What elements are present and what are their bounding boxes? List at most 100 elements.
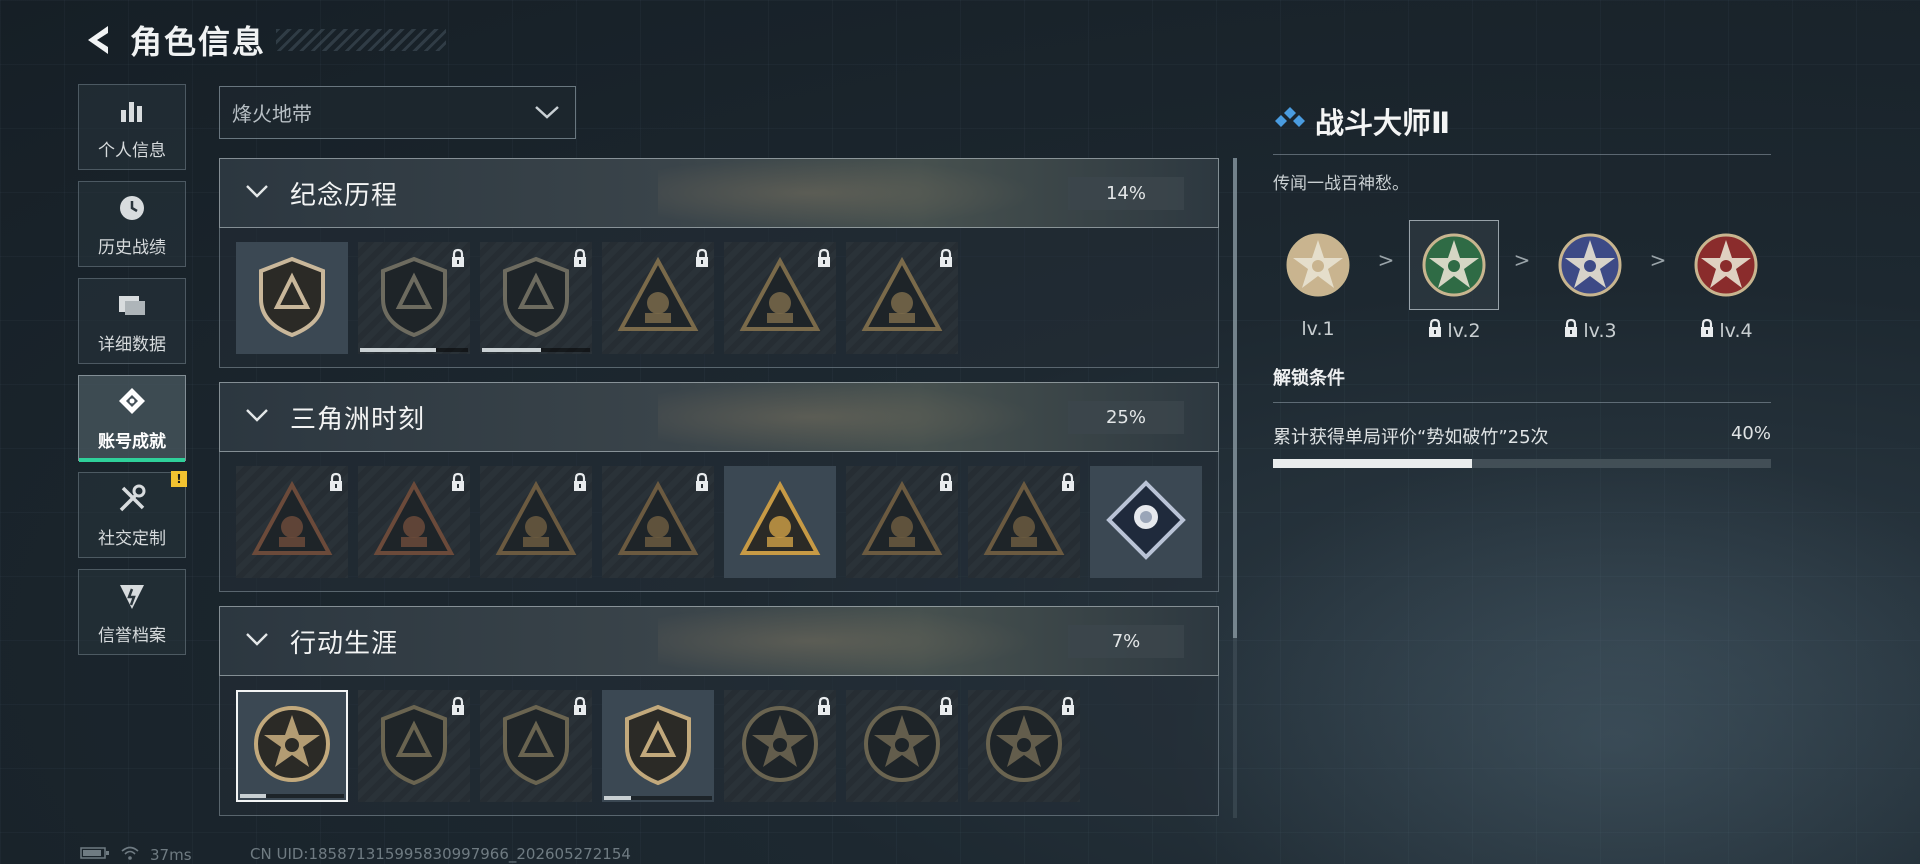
unlock-condition-percent: 40%	[1730, 423, 1771, 444]
achievement-badge[interactable]	[846, 465, 958, 578]
sidebar-item-label: 历史战绩	[98, 237, 166, 258]
badge-emblem-icon	[737, 701, 823, 791]
sidebar-item-label: 信誉档案	[98, 625, 166, 646]
achievement-badge[interactable]	[1090, 465, 1202, 578]
badge-emblem-icon	[371, 477, 457, 567]
level-item[interactable]: lv.4	[1681, 220, 1771, 343]
badge-progress-bar	[240, 793, 344, 798]
achievement-badge[interactable]	[236, 465, 348, 578]
category-header[interactable]: 三角洲时刻 25%	[219, 382, 1219, 452]
sidebar-item-label: 详细数据	[98, 334, 166, 355]
category-banner-art	[658, 159, 1038, 227]
lock-icon	[450, 248, 466, 272]
achievement-badge[interactable]	[968, 465, 1080, 578]
lock-icon	[938, 696, 954, 720]
achievement-badge[interactable]	[602, 689, 714, 802]
unlock-progress-bar	[1273, 459, 1771, 468]
achievement-title: 战斗大师Ⅱ	[1315, 106, 1451, 140]
badge-emblem-icon	[249, 701, 335, 791]
page-header: 角色信息	[80, 18, 447, 62]
alert-badge: !	[171, 471, 187, 487]
divider	[1273, 402, 1771, 403]
chevron-down-icon	[533, 101, 561, 127]
category-percent: 14%	[1068, 177, 1184, 210]
lock-icon	[694, 472, 710, 496]
level-emblem-icon	[1545, 220, 1635, 310]
status-bar: 37ms	[80, 846, 192, 864]
level-label: lv.4	[1719, 319, 1753, 342]
achievement-category: 纪念历程 14%	[219, 158, 1219, 368]
badge-emblem-icon	[615, 253, 701, 343]
scrollbar[interactable]	[1233, 158, 1237, 818]
badge-progress-fill	[240, 793, 266, 798]
category-badge-row	[219, 228, 1219, 368]
lock-icon	[816, 248, 832, 272]
achievement-badge[interactable]	[846, 241, 958, 354]
sidebar-item-1[interactable]: 个人信息	[78, 84, 186, 170]
level-track: lv.1 > lv.2 > lv.3 > lv.4	[1273, 220, 1771, 343]
achievement-badge[interactable]	[480, 689, 592, 802]
achievement-icon	[115, 385, 149, 421]
level-item[interactable]: lv.2	[1409, 220, 1499, 343]
lock-icon	[328, 472, 344, 496]
badge-progress-bar	[482, 347, 590, 352]
category-title: 行动生涯	[290, 628, 399, 659]
level-separator: >	[1649, 248, 1667, 272]
achievement-badge[interactable]	[602, 241, 714, 354]
level-item[interactable]: lv.3	[1545, 220, 1635, 343]
achievement-badge[interactable]	[480, 241, 592, 354]
category-badge-row	[219, 452, 1219, 592]
sidebar-item-3[interactable]: 详细数据	[78, 278, 186, 364]
category-percent: 7%	[1068, 625, 1184, 658]
achievement-badge[interactable]	[236, 241, 348, 354]
category-header[interactable]: 行动生涯 7%	[219, 606, 1219, 676]
badge-emblem-icon	[371, 253, 457, 343]
sidebar-item-5[interactable]: 社交定制!	[78, 471, 187, 558]
level-label: lv.3	[1583, 319, 1617, 342]
ping-text: 37ms	[150, 846, 192, 864]
badge-progress-bar	[604, 795, 712, 800]
unlock-progress-fill	[1273, 459, 1473, 468]
lock-icon	[1060, 696, 1076, 720]
achievement-badge[interactable]	[358, 241, 470, 354]
unlock-condition-text: 累计获得单局评价“势如破竹”25次	[1273, 427, 1549, 448]
achievement-badge[interactable]	[602, 465, 714, 578]
achievement-badge[interactable]	[968, 689, 1080, 802]
title-decoration	[276, 29, 447, 51]
achievement-badge[interactable]	[236, 689, 348, 802]
category-banner-art	[658, 607, 1038, 675]
mode-dropdown-value: 烽火地带	[232, 102, 312, 126]
achievement-badge[interactable]	[724, 465, 836, 578]
back-arrow-icon[interactable]	[80, 22, 116, 58]
achievement-badge[interactable]	[358, 465, 470, 578]
achievement-category: 三角洲时刻 25%	[219, 382, 1219, 592]
battery-icon	[80, 846, 110, 864]
lock-icon	[450, 472, 466, 496]
divider	[1273, 154, 1771, 155]
category-title: 纪念历程	[290, 180, 399, 211]
category-header[interactable]: 纪念历程 14%	[219, 158, 1219, 228]
achievement-badge[interactable]	[724, 241, 836, 354]
sidebar-item-2[interactable]: 历史战绩	[78, 181, 186, 267]
chevron-down-icon	[244, 181, 270, 205]
sidebar-item-4[interactable]: 账号成就	[78, 375, 186, 462]
achievement-badge[interactable]	[724, 689, 836, 802]
level-item[interactable]: lv.1	[1273, 220, 1363, 340]
lock-icon	[1699, 318, 1715, 343]
chevron-down-icon	[244, 405, 270, 429]
achievement-category: 行动生涯 7%	[219, 606, 1219, 816]
achievement-category-list[interactable]: 纪念历程 14% 三角洲时刻 25% 行动生涯 7%	[219, 158, 1219, 818]
clock-icon	[115, 191, 149, 227]
badge-emblem-icon	[493, 701, 579, 791]
mode-dropdown[interactable]: 烽火地带	[219, 86, 576, 139]
achievement-badge[interactable]	[846, 689, 958, 802]
scrollbar-thumb[interactable]	[1233, 158, 1237, 638]
badge-emblem-icon	[981, 477, 1067, 567]
lock-icon	[572, 248, 588, 272]
sidebar-item-6[interactable]: 信誉档案	[78, 569, 186, 655]
achievement-badge[interactable]	[358, 689, 470, 802]
lock-icon	[572, 696, 588, 720]
achievement-badge[interactable]	[480, 465, 592, 578]
diamond-cluster-icon	[1273, 105, 1307, 137]
lock-icon	[1563, 318, 1579, 343]
